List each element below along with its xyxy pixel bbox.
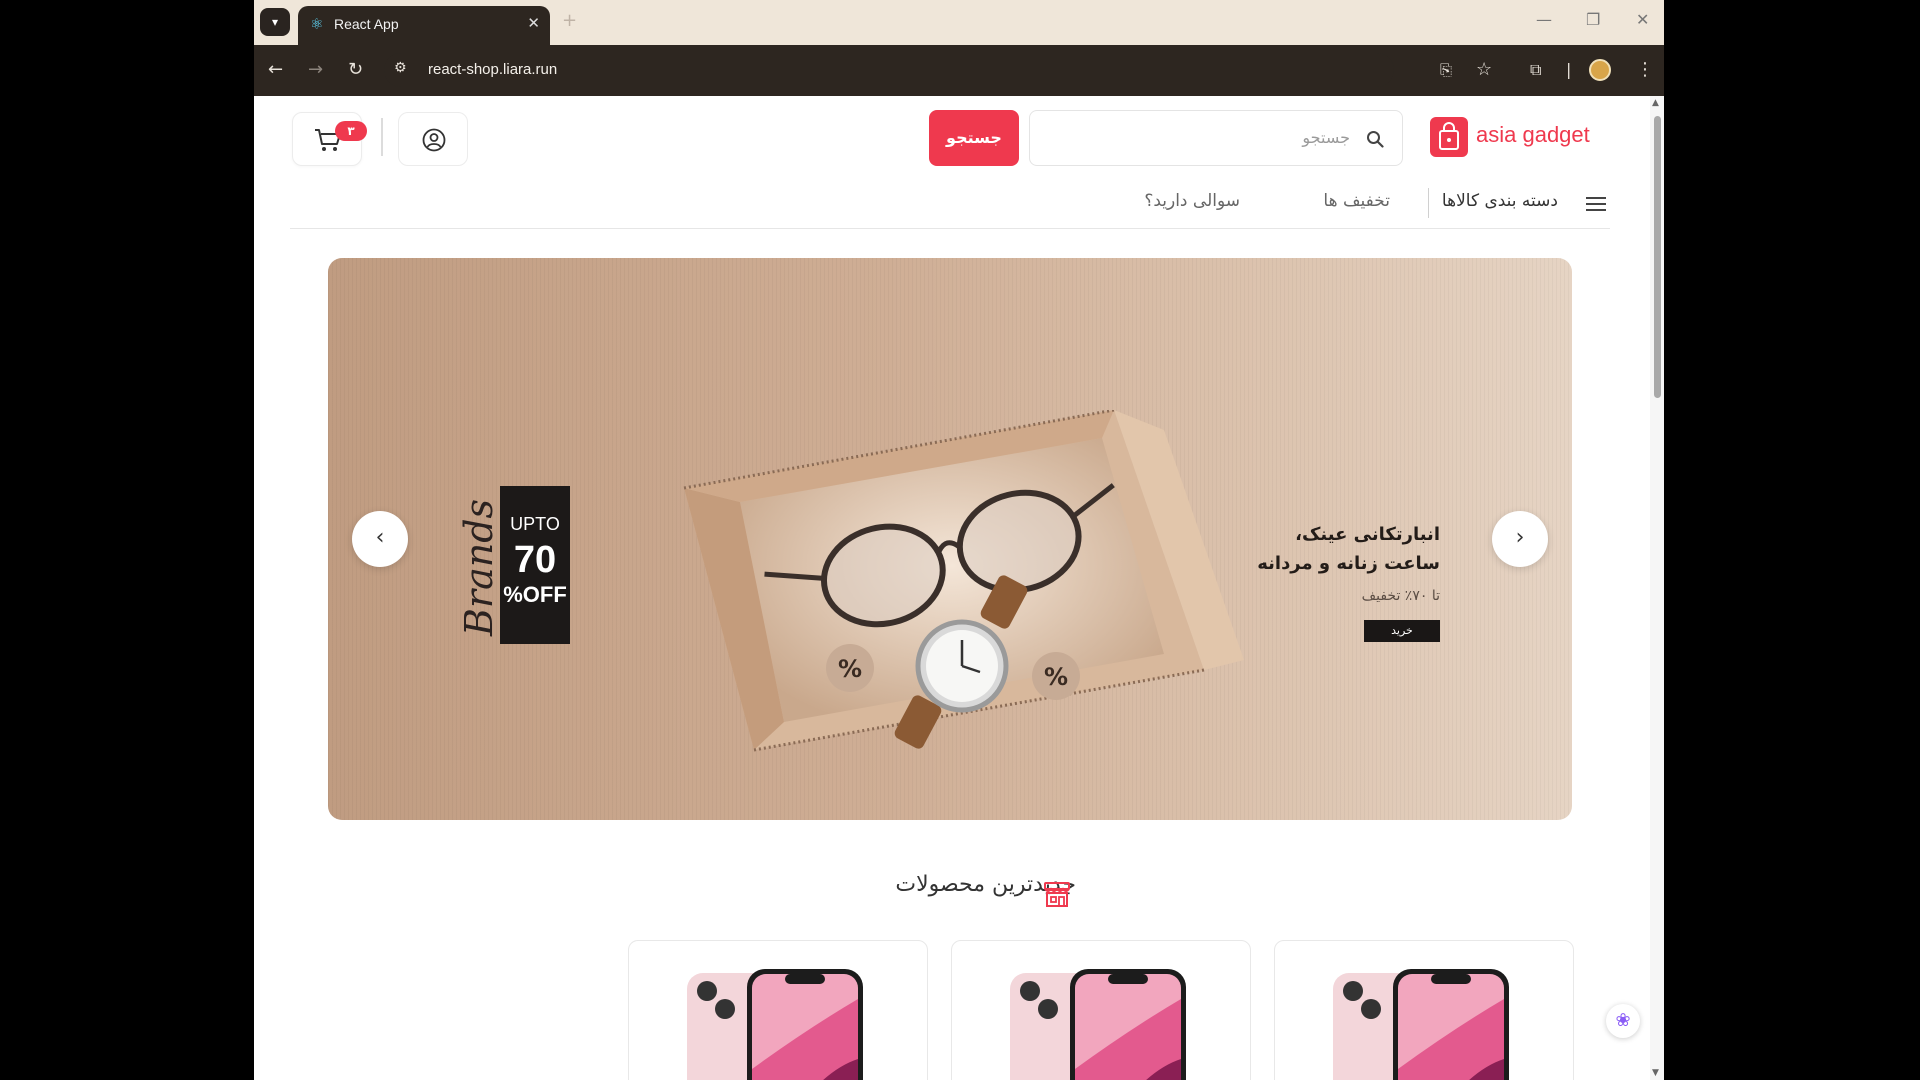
search-placeholder: جستجو	[1302, 128, 1350, 147]
banner-title-line2: ساعت زنانه و مردانه	[1257, 553, 1440, 574]
promo-badge: UPTO 70 %OFF	[500, 486, 570, 644]
header-divider	[381, 118, 383, 156]
scroll-thumb[interactable]	[1654, 116, 1661, 398]
promo-upto-text: UPTO	[510, 514, 560, 534]
page-scrollbar[interactable]: ▲ ▼	[1650, 96, 1664, 1080]
pink-iphone-image	[687, 969, 863, 1080]
tab-strip: ▾ ⚛ React App ✕ + — ❐ ✕	[254, 0, 1664, 45]
page-content: ۳ جستجو جستجو asia gadget دسته بندی کالا…	[254, 96, 1650, 1080]
search-input[interactable]: جستجو	[1029, 110, 1403, 166]
browser-tab[interactable]: ⚛ React App ✕	[298, 6, 550, 45]
search-icon	[1367, 131, 1384, 148]
product-card[interactable]	[951, 940, 1251, 1080]
more-menu-icon[interactable]: ⋮	[1636, 58, 1654, 82]
nav-discounts[interactable]: تخفیف ها	[1323, 191, 1390, 211]
scroll-up-icon[interactable]: ▲	[1652, 98, 1659, 108]
address-bar[interactable]: ⚙ react-shop.liara.run	[384, 53, 1394, 87]
install-app-icon[interactable]: ⎘	[1440, 58, 1452, 82]
cart-count-badge: ۳	[335, 121, 367, 141]
promo-off-text: %OFF	[503, 582, 567, 607]
search-button[interactable]: جستجو	[929, 110, 1019, 166]
banner-subtitle: تا ۷۰٪ تخفیف	[1361, 588, 1440, 604]
tab-close-icon[interactable]: ✕	[527, 14, 540, 32]
banner-buy-button[interactable]: خرید	[1364, 620, 1440, 642]
product-card[interactable]	[628, 940, 928, 1080]
glasses-watch-box-image: % %	[683, 410, 1244, 752]
back-icon[interactable]: ←	[268, 58, 283, 82]
svg-text:%: %	[1044, 663, 1068, 691]
extensions-icon[interactable]: ⧉	[1530, 58, 1541, 82]
react-icon: ⚛	[310, 15, 324, 33]
cart-button[interactable]: ۳	[292, 112, 367, 166]
close-window-icon[interactable]: ✕	[1636, 10, 1649, 29]
tab-title: React App	[334, 16, 399, 32]
minimize-icon[interactable]: —	[1536, 10, 1552, 29]
store-icon	[1044, 882, 1070, 907]
site-info-icon[interactable]: ⚙	[394, 60, 407, 76]
bookmark-star-icon[interactable]: ☆	[1476, 58, 1492, 82]
svg-text:Brands: Brands	[460, 499, 501, 637]
newest-products-title: جدیدترین محصولات	[895, 872, 1076, 897]
forward-icon[interactable]: →	[308, 58, 323, 82]
logo-text[interactable]: asia gadget	[1476, 122, 1590, 148]
pink-iphone-image	[1333, 969, 1509, 1080]
browser-toolbar: ← → ↻ ⚙ react-shop.liara.run ⎘ ☆ ⧉ | ⋮	[254, 45, 1664, 96]
pink-iphone-image	[1010, 969, 1186, 1080]
banner-next-button[interactable]: ›	[1492, 511, 1548, 567]
toolbar-divider: |	[1566, 60, 1572, 79]
nav-questions[interactable]: سوالی دارید؟	[1144, 191, 1240, 211]
logo-bag-icon[interactable]	[1430, 117, 1468, 157]
banner-prev-button[interactable]: ‹	[352, 511, 408, 567]
new-tab-icon[interactable]: +	[562, 10, 577, 31]
hamburger-menu-icon[interactable]	[1586, 196, 1606, 212]
promo-number: 70	[513, 539, 557, 581]
header-bottom-divider	[290, 228, 1610, 229]
url-text: react-shop.liara.run	[428, 61, 558, 78]
nav-separator	[1428, 188, 1429, 218]
reload-icon[interactable]: ↻	[348, 58, 363, 82]
browser-window: ▾ ⚛ React App ✕ + — ❐ ✕ ← → ↻ ⚙ react-sh…	[254, 0, 1664, 1080]
nav-categories[interactable]: دسته بندی کالاها	[1442, 191, 1558, 211]
restore-icon[interactable]: ❐	[1586, 10, 1600, 29]
tab-search-button[interactable]: ▾	[260, 8, 290, 36]
product-card[interactable]	[1274, 940, 1574, 1080]
svg-text:%: %	[838, 655, 862, 683]
profile-avatar[interactable]	[1589, 59, 1611, 81]
hero-banner[interactable]: ‹ › Brands UPTO 70 %OFF % % انبارتکانی ع…	[328, 258, 1572, 820]
user-icon	[422, 128, 446, 152]
scroll-down-icon[interactable]: ▼	[1652, 1068, 1659, 1078]
banner-title-line1: انبارتکانی عینک،	[1295, 524, 1440, 545]
user-account-button[interactable]	[398, 112, 468, 166]
assistant-icon[interactable]: ❀	[1606, 1004, 1640, 1038]
